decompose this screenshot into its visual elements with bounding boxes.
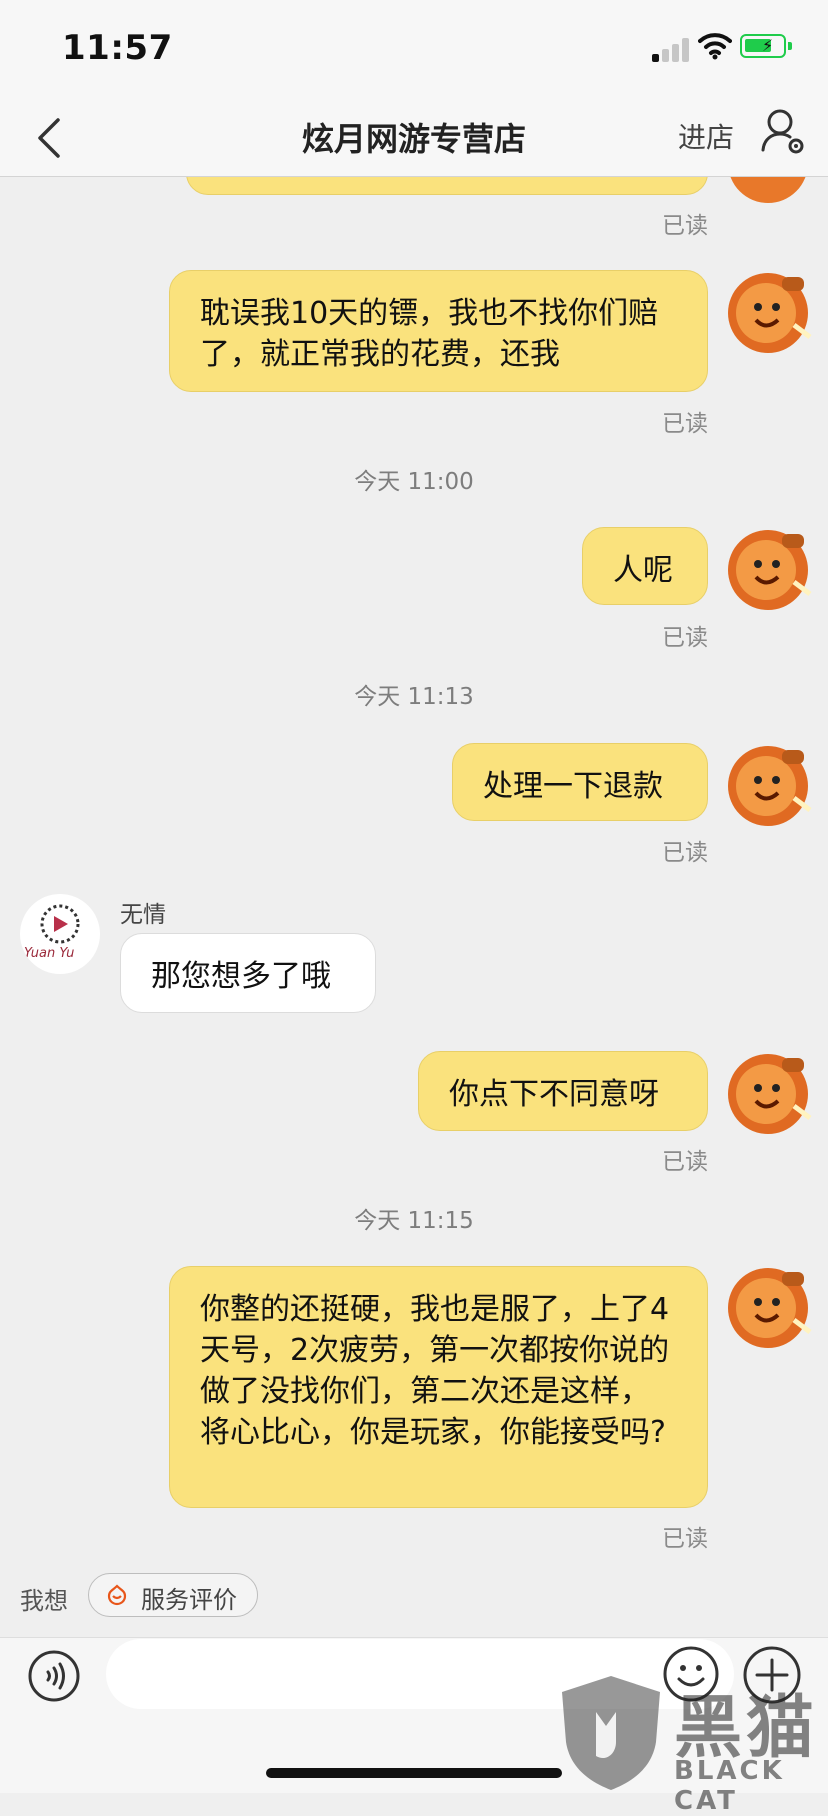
message-bubble-mine: 你点下不同意呀: [418, 1051, 708, 1131]
message-bubble-peer: 那您想多了哦: [120, 933, 376, 1013]
user-avatar[interactable]: [722, 1046, 814, 1138]
nav-bar: 炫月网游专营店 进店: [0, 100, 828, 177]
plus-icon[interactable]: [742, 1645, 802, 1705]
battery-icon: ⚡: [740, 34, 792, 58]
chat-area[interactable]: 已读 耽误我10天的镖，我也不找你们赔了，就正常我的花费，还我 已读 今天 11…: [0, 177, 828, 1567]
peer-logo-icon: [40, 904, 80, 944]
message-text: 那您想多了哦: [151, 959, 331, 994]
peer-avatar-text: Yuan Yu: [24, 946, 75, 961]
message-bubble-partial: [186, 177, 708, 195]
timestamp: 今天 11:15: [354, 1208, 474, 1234]
voice-icon[interactable]: [28, 1650, 80, 1702]
enter-shop-link[interactable]: 进店: [678, 116, 734, 156]
read-receipt: 已读: [662, 840, 708, 866]
service-rating-chip[interactable]: 服务评价: [88, 1573, 258, 1617]
message-text: 你整的还挺硬，我也是服了，上了4天号，2次疲劳，第一次都按你说的做了没找你们，第…: [200, 1292, 670, 1450]
read-receipt: 已读: [662, 1149, 708, 1175]
message-text: 处理一下退款: [483, 769, 663, 804]
message-bubble-mine: 耽误我10天的镖，我也不找你们赔了，就正常我的花费，还我: [169, 270, 708, 392]
emoji-icon[interactable]: [662, 1645, 720, 1703]
user-avatar[interactable]: [722, 738, 814, 830]
user-avatar[interactable]: [722, 265, 814, 357]
message-input[interactable]: [106, 1639, 734, 1709]
chip-label: 服务评价: [141, 1586, 237, 1614]
quick-actions-bar: 我想 服务评价: [0, 1567, 828, 1637]
signal-icon: [652, 36, 692, 62]
read-receipt: 已读: [662, 625, 708, 651]
read-receipt: 已读: [662, 213, 708, 239]
service-rating-icon: [107, 1584, 127, 1606]
user-settings-icon[interactable]: [760, 106, 806, 156]
read-receipt: 已读: [662, 1526, 708, 1552]
wifi-icon: [698, 33, 732, 60]
user-avatar[interactable]: [722, 522, 814, 614]
message-text: 你点下不同意呀: [449, 1077, 659, 1112]
read-receipt: 已读: [662, 411, 708, 437]
timestamp: 今天 11:00: [354, 469, 474, 495]
quick-label: 我想: [20, 1587, 68, 1615]
peer-name: 无情: [120, 902, 166, 928]
message-bubble-mine: 人呢: [582, 527, 708, 605]
status-time: 11:57: [62, 28, 173, 68]
message-bubble-mine: 处理一下退款: [452, 743, 708, 821]
message-bubble-mine: 你整的还挺硬，我也是服了，上了4天号，2次疲劳，第一次都按你说的做了没找你们，第…: [169, 1266, 708, 1508]
peer-avatar[interactable]: Yuan Yu: [20, 894, 100, 974]
status-bar: 11:57 ⚡: [0, 0, 828, 100]
user-avatar[interactable]: [722, 1260, 814, 1352]
user-avatar[interactable]: [722, 177, 814, 209]
timestamp: 今天 11:13: [354, 684, 474, 710]
message-text: 人呢: [613, 553, 673, 588]
home-indicator: [266, 1768, 562, 1778]
message-text: 耽误我10天的镖，我也不找你们赔了，就正常我的花费，还我: [200, 296, 659, 372]
input-bar: [0, 1637, 828, 1793]
